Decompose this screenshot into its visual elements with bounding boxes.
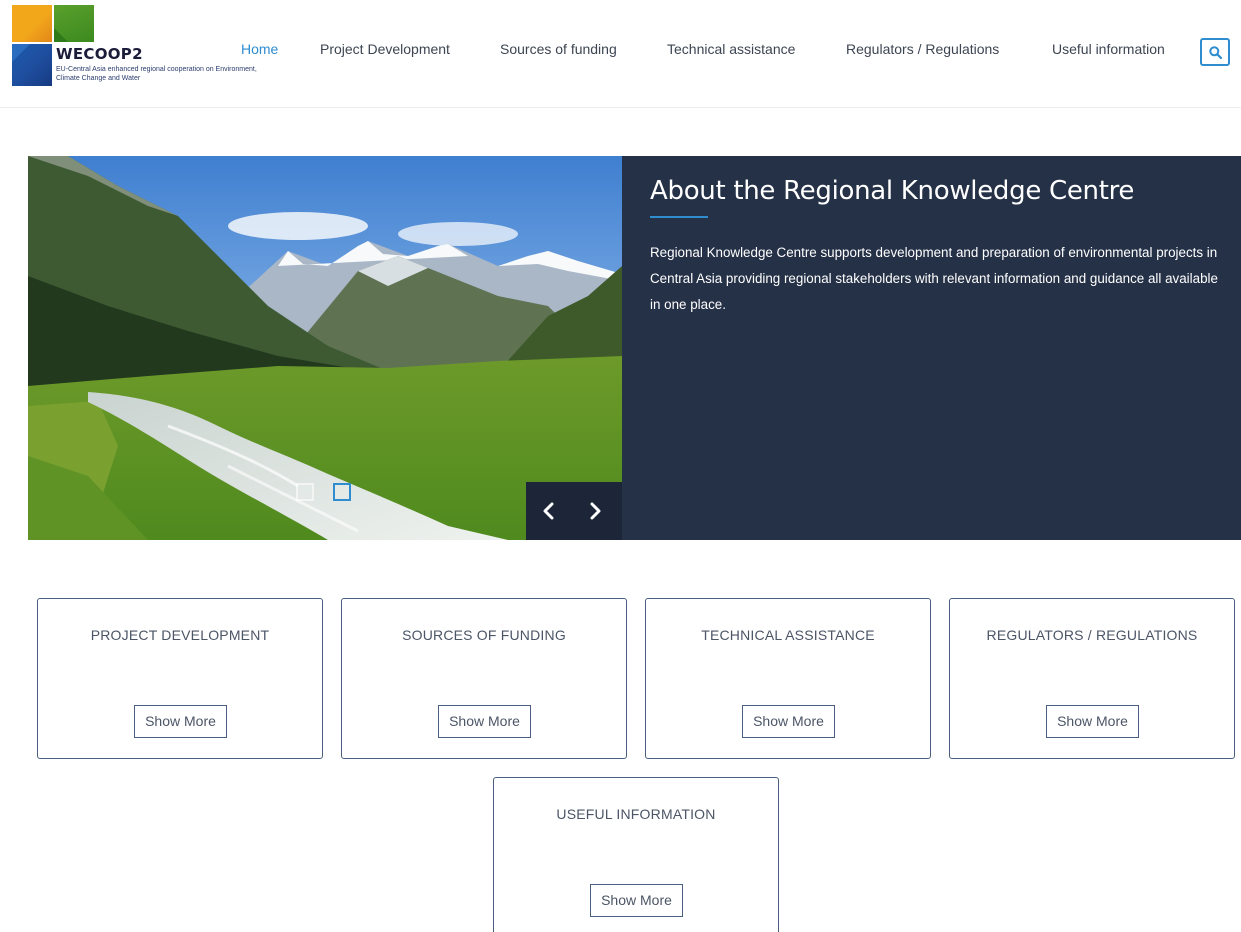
search-button[interactable]: [1200, 38, 1230, 66]
chevron-left-icon[interactable]: [538, 500, 560, 522]
show-more-button[interactable]: Show More: [1046, 705, 1139, 738]
slider-dot-1[interactable]: [296, 483, 314, 501]
slider-dot-2[interactable]: [333, 483, 351, 501]
card-title: TECHNICAL ASSISTANCE: [701, 627, 875, 643]
hero-info-panel: About the Regional Knowledge Centre Regi…: [622, 156, 1241, 540]
show-more-button[interactable]: Show More: [438, 705, 531, 738]
show-more-button[interactable]: Show More: [134, 705, 227, 738]
card-sources-of-funding: SOURCES OF FUNDING Show More: [341, 598, 627, 759]
nav-item-useful-information[interactable]: Useful information: [1052, 41, 1165, 57]
chevron-right-icon[interactable]: [584, 500, 606, 522]
hero-description: Regional Knowledge Centre supports devel…: [650, 245, 1218, 312]
card-useful-information: USEFUL INFORMATION Show More: [493, 777, 779, 932]
show-more-button[interactable]: Show More: [742, 705, 835, 738]
site-header: WECOOP2 EU-Central Asia enhanced regiona…: [0, 0, 1241, 108]
nav-item-home[interactable]: Home: [241, 41, 278, 57]
hero-title: About the Regional Knowledge Centre: [650, 176, 1135, 206]
nav-item-regulators-regulations[interactable]: Regulators / Regulations: [846, 41, 999, 57]
card-project-development: PROJECT DEVELOPMENT Show More: [37, 598, 323, 759]
card-title: PROJECT DEVELOPMENT: [90, 627, 270, 643]
card-title: SOURCES OF FUNDING: [402, 627, 566, 643]
logo-title: WECOOP2: [56, 45, 143, 63]
card-title: USEFUL INFORMATION: [556, 806, 716, 822]
slider-controls: [526, 482, 622, 540]
nav-item-sources-of-funding[interactable]: Sources of funding: [500, 41, 617, 57]
card-technical-assistance: TECHNICAL ASSISTANCE Show More: [645, 598, 931, 759]
wecoop2-logo[interactable]: WECOOP2 EU-Central Asia enhanced regiona…: [12, 5, 272, 91]
hero-slider: About the Regional Knowledge Centre Regi…: [28, 156, 1241, 540]
logo-green-square: [54, 5, 94, 42]
hero-title-underline: [650, 216, 708, 218]
card-regulators-regulations: REGULATORS / REGULATIONS Show More: [949, 598, 1235, 759]
search-icon: [1209, 46, 1222, 59]
card-title: REGULATORS / REGULATIONS: [986, 627, 1198, 643]
nav-item-project-development[interactable]: Project Development: [320, 41, 450, 57]
logo-subtitle: EU-Central Asia enhanced regional cooper…: [56, 66, 257, 82]
show-more-button[interactable]: Show More: [590, 884, 683, 917]
nav-item-technical-assistance[interactable]: Technical assistance: [667, 41, 795, 57]
logo-orange-square: [12, 5, 52, 42]
logo-blue-square: [12, 44, 52, 86]
